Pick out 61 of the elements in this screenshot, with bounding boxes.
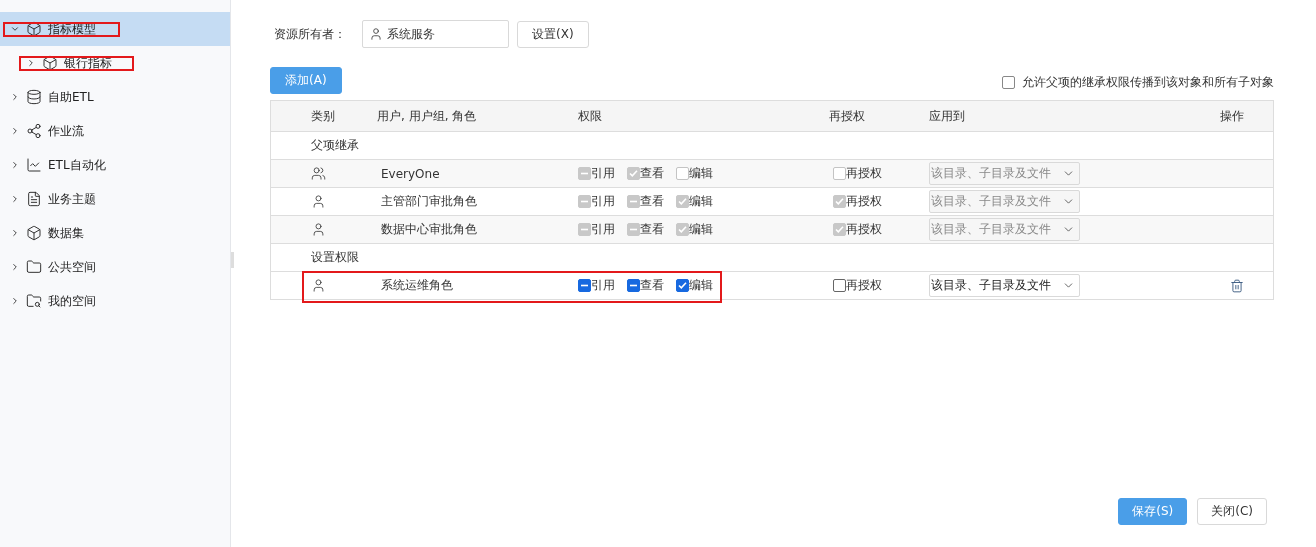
owner-field[interactable]: 系统服务 [362,20,509,48]
delete-icon[interactable] [1230,278,1244,293]
check-icon [678,281,687,290]
chart-icon [26,157,42,173]
chevron-icon [10,296,20,306]
tree-item[interactable]: 数据集 [0,216,230,250]
column-header: 应用到 [929,107,966,125]
folder-icon [26,259,42,275]
owner-label: 资源所有者： [273,25,347,43]
principal-name: 主管部门审批角色 [381,193,477,210]
tree-item[interactable]: 银行指标 [0,46,230,80]
document-icon [26,191,42,207]
cube-icon [42,55,58,71]
column-header: 类别 [310,107,336,125]
user-icon [311,278,326,293]
folder-search-icon [26,293,42,309]
user-icon [369,27,383,41]
cube-icon [26,21,42,37]
column-header: 再授权 [829,107,866,125]
apply-to-select[interactable]: 该目录、子目录及文件 [929,274,1080,297]
tree-item[interactable]: 业务主题 [0,182,230,216]
user-icon [311,194,326,209]
users-icon [311,166,326,181]
nodes-icon [26,123,42,139]
user-icon [311,222,326,237]
tree-item[interactable]: 自助ETL [0,80,230,114]
chevron-icon [10,228,20,238]
check-icon [835,197,844,206]
check-icon [678,197,687,206]
permission-checkbox[interactable]: 引用 [578,277,615,294]
column-header: 操作 [1219,107,1245,125]
set-button[interactable]: 设置(X) [517,20,589,48]
principal-name: 数据中心审批角色 [381,221,477,238]
check-icon [629,169,638,178]
chevron-icon [10,194,20,204]
permission-checkbox[interactable]: 查看 [627,277,664,294]
cube-icon [26,225,42,241]
principal-name: EveryOne [381,166,440,181]
database-icon [26,89,42,105]
close-button[interactable]: 关闭(C) [1197,498,1267,525]
chevron-icon [10,160,20,170]
tree-item[interactable]: 作业流 [0,114,230,148]
section-label: 设置权限 [311,249,359,266]
column-header: 用户, 用户组, 角色 [377,107,478,125]
tree-item[interactable]: 指标模型 [0,12,230,46]
tree-item[interactable]: 我的空间 [0,284,230,318]
chevron-icon [10,24,20,34]
check-icon [678,225,687,234]
section-label: 父项继承 [311,137,359,154]
chevron-icon [10,92,20,102]
reauth-checkbox[interactable]: 再授权 [833,277,882,294]
tree-item[interactable]: ETL自动化 [0,148,230,182]
propagate-checkbox[interactable]: 允许父项的继承权限传播到该对象和所有子对象 [1002,74,1274,91]
chevron-icon [10,262,20,272]
column-header: 权限 [578,107,603,125]
chevron-icon [10,126,20,136]
permission-checkbox[interactable]: 编辑 [676,277,713,294]
tree-item[interactable]: 公共空间 [0,250,230,284]
principal-name: 系统运维角色 [381,277,453,294]
chevron-icon [26,58,36,68]
check-icon [835,225,844,234]
